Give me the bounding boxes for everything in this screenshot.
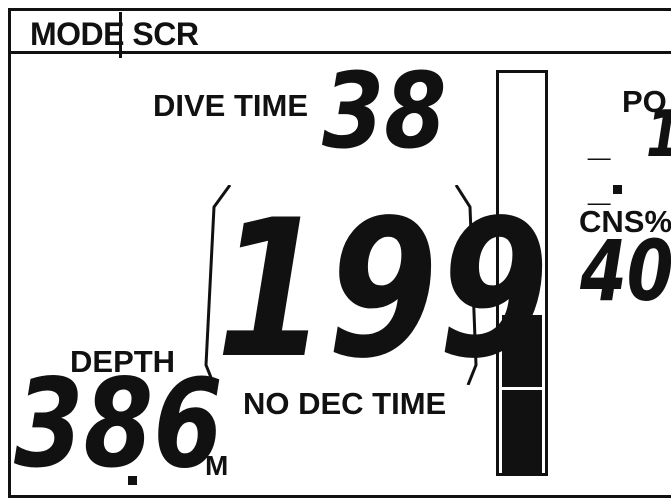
cns-value: 40: [580, 222, 671, 320]
depth-unit: M: [205, 450, 229, 481]
gauge-segment: [502, 390, 542, 473]
text-cursor: [119, 12, 122, 58]
depth-value: 386: [14, 353, 223, 495]
decimal-point: [128, 476, 137, 485]
po2-dashes: _ _: [588, 120, 621, 209]
mode-label: MODE SCR: [30, 16, 199, 52]
ascent-rate-gauge: [496, 70, 548, 476]
dive-time-label: DIVE TIME: [153, 88, 309, 123]
dive-time-value: 38: [322, 50, 447, 172]
no-deco-time-label: NO DEC TIME: [243, 386, 447, 421]
gauge-segment: [502, 315, 542, 387]
po2-decimal-point: [613, 185, 622, 194]
